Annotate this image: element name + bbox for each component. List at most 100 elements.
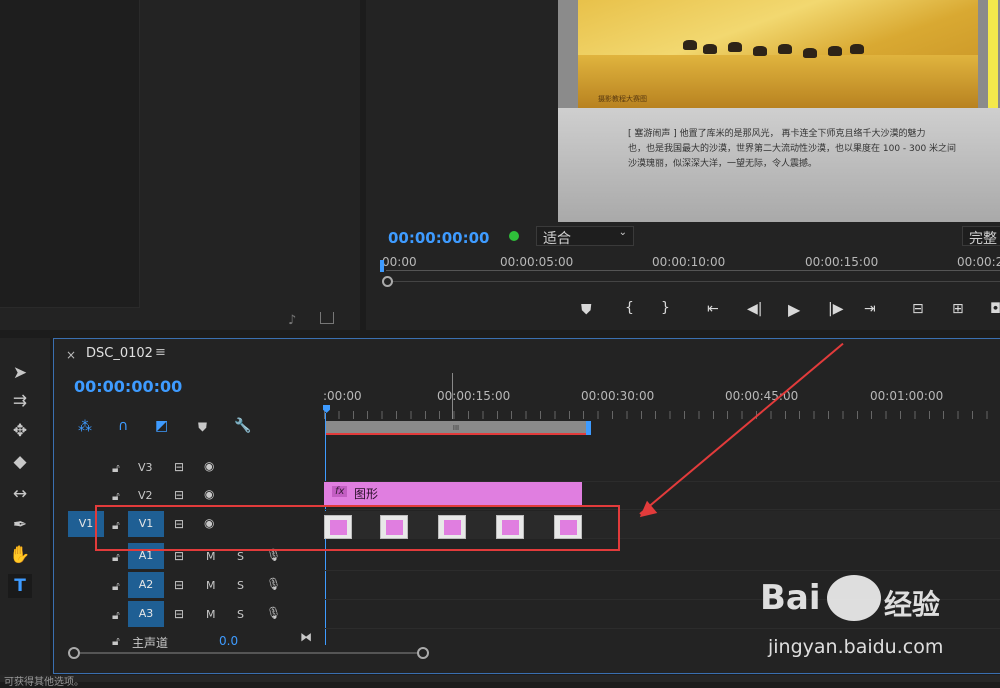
track-select-tool-icon[interactable]: ⇉ xyxy=(8,389,32,413)
page-text-line: [ 塞游闹声 ] 他置了库米的是那风光， 再卡连全下师克且络千大沙漠的魅力 xyxy=(628,129,926,139)
camel-silhouette xyxy=(778,44,792,54)
pen-tool-icon[interactable]: ✒ xyxy=(8,513,32,537)
sync-lock-icon[interactable]: ⊟ xyxy=(174,607,184,621)
work-area-end-handle[interactable] xyxy=(586,421,591,435)
panel-menu-icon[interactable]: ≡ xyxy=(155,345,166,360)
export-frame-icon[interactable]: ◘ xyxy=(990,301,1000,317)
track-header-v3: 🔓︎ V3 ⊟ ◉ xyxy=(54,454,324,482)
eye-icon[interactable]: ◉ xyxy=(204,459,214,473)
timeline-ruler-label: :00:00 xyxy=(323,389,362,403)
lock-icon[interactable]: 🔓︎ xyxy=(112,634,120,648)
watermark-url: jingyan.baidu.com xyxy=(768,636,944,658)
master-volume-value[interactable]: 0.0 xyxy=(219,634,238,648)
timeline-zoom-left-handle[interactable] xyxy=(68,647,80,659)
mute-button[interactable]: M xyxy=(206,550,216,563)
lock-icon[interactable]: 🔓︎ xyxy=(112,608,120,623)
export-icon[interactable] xyxy=(320,312,334,324)
timeline-ruler-label: 00:01:00:00 xyxy=(870,389,944,403)
master-track-label: 主声道 xyxy=(132,636,169,648)
step-forward-icon[interactable]: |▶ xyxy=(828,301,843,317)
mute-button[interactable]: M xyxy=(206,608,216,621)
sync-lock-icon[interactable]: ⊟ xyxy=(174,460,184,474)
lock-icon[interactable]: 🔓︎ xyxy=(112,579,120,594)
hand-tool-icon[interactable]: ✋ xyxy=(8,543,32,567)
razor-tool-icon[interactable]: ◆ xyxy=(8,450,32,474)
snap-magnet-icon[interactable]: ∩ xyxy=(118,418,128,434)
fit-dropdown[interactable]: 适合 ⌄ xyxy=(536,226,634,247)
track-label[interactable]: V3 xyxy=(138,461,153,474)
mark-out-icon[interactable]: } xyxy=(661,300,670,316)
program-playhead[interactable] xyxy=(380,260,384,272)
sync-lock-icon[interactable]: ⊟ xyxy=(174,549,184,563)
lift-icon[interactable]: ⊟ xyxy=(912,301,924,317)
watermark-brand-cn: 经验 xyxy=(884,588,941,621)
timeline-ruler-label: 00:00:30:00 xyxy=(581,389,655,403)
marker-icon[interactable]: ⛊ xyxy=(581,302,592,318)
lock-icon[interactable]: 🔓︎ xyxy=(112,489,120,504)
wrench-settings-icon[interactable]: 🔧 xyxy=(234,418,251,434)
track-header-a2: 🔓︎ A2 ⊟ M S 🎙︎ xyxy=(54,572,324,600)
program-ruler-label: 00:00 xyxy=(382,255,417,269)
lock-icon[interactable]: 🔓︎ xyxy=(112,550,120,565)
track-label[interactable]: A3 xyxy=(128,601,164,627)
sync-lock-icon[interactable]: ⊟ xyxy=(174,488,184,502)
graphic-clip[interactable]: fx 图形 xyxy=(324,482,582,506)
step-back-icon[interactable]: ◀| xyxy=(747,301,762,317)
track-header-master: 🔓︎ 主声道 0.0 ⧓ xyxy=(54,630,324,648)
program-ruler-label: 00:00:05:00 xyxy=(500,255,574,269)
camel-silhouette xyxy=(828,46,842,56)
quality-dropdown[interactable]: 完整 xyxy=(962,226,1000,246)
desert-photo: 摄影教程大赛图 xyxy=(578,0,998,108)
chevron-down-icon: ⌄ xyxy=(618,227,627,238)
mute-button[interactable]: M xyxy=(206,579,216,592)
status-dot-icon xyxy=(509,231,519,241)
timeline-ruler-ticks xyxy=(324,411,1000,419)
page-text-line: 也，也是我国最大的沙漠，世界第二大流动性沙漠，也以果度在 100 - 300 米… xyxy=(628,144,957,154)
microphone-icon[interactable]: 🎙︎ xyxy=(266,577,281,591)
track-label[interactable]: A2 xyxy=(128,572,164,598)
ripple-edit-tool-icon[interactable]: ✥ xyxy=(8,419,32,443)
camel-silhouette xyxy=(683,40,697,50)
program-ruler-label: 00:00:15:00 xyxy=(805,255,879,269)
timeline-zoom-right-handle[interactable] xyxy=(417,647,429,659)
timeline-zoom-bar[interactable] xyxy=(80,652,418,654)
slip-tool-icon[interactable]: ↔ xyxy=(8,482,32,506)
watermark-brand: Bai xyxy=(760,578,821,618)
insert-audio-icon[interactable]: ♪ xyxy=(288,313,296,328)
work-area-bar[interactable]: III xyxy=(326,421,586,435)
extract-icon[interactable]: ⊞ xyxy=(952,301,964,317)
go-to-in-icon[interactable]: ⇤ xyxy=(707,301,719,317)
sequence-tab[interactable]: DSC_0102 xyxy=(86,346,153,361)
go-to-out-icon[interactable]: ⇥ xyxy=(864,301,876,317)
fit-dropdown-value: 适合 xyxy=(543,231,571,247)
add-marker-icon[interactable]: ⛊ xyxy=(198,420,207,435)
nest-sequence-icon[interactable]: ⁂ xyxy=(78,419,92,435)
play-icon[interactable]: ▶ xyxy=(788,300,800,319)
camel-silhouette xyxy=(703,44,717,54)
mark-in-icon[interactable]: { xyxy=(625,300,634,316)
linked-selection-icon[interactable]: ◩ xyxy=(155,418,168,434)
selection-tool-icon[interactable]: ➤ xyxy=(8,361,32,385)
lock-icon[interactable]: 🔓︎ xyxy=(112,461,120,476)
page-text-area: [ 塞游闹声 ] 他置了库米的是那风光， 再卡连全下师克且络千大沙漠的魅力 也，… xyxy=(558,108,1000,222)
track-label[interactable]: V2 xyxy=(138,489,153,502)
track-row-v3[interactable] xyxy=(324,454,1000,482)
clip-name: 图形 xyxy=(354,487,379,501)
type-tool-icon[interactable]: T xyxy=(8,574,32,598)
eye-icon[interactable]: ◉ xyxy=(204,487,214,501)
master-end-icon[interactable]: ⧓ xyxy=(300,630,312,644)
zoom-scroll-handle[interactable] xyxy=(382,276,393,287)
solo-button[interactable]: S xyxy=(237,579,244,592)
sync-lock-icon[interactable]: ⊟ xyxy=(174,578,184,592)
timeline-timecode[interactable]: 00:00:00:00 xyxy=(74,377,182,396)
tools-panel: ➤ ⇉ ✥ ◆ ↔ ✒ ✋ T xyxy=(0,338,50,682)
zoom-scroll-track[interactable] xyxy=(393,281,1000,282)
status-bar: 可获得其他选项。 xyxy=(0,675,1000,688)
close-icon[interactable]: × xyxy=(66,348,76,362)
paw-logo-icon xyxy=(827,575,881,621)
microphone-icon[interactable]: 🎙︎ xyxy=(266,606,281,620)
solo-button[interactable]: S xyxy=(237,550,244,563)
solo-button[interactable]: S xyxy=(237,608,244,621)
program-timecode[interactable]: 00:00:00:00 xyxy=(388,229,490,247)
photo-caption: 摄影教程大赛图 xyxy=(598,95,647,103)
